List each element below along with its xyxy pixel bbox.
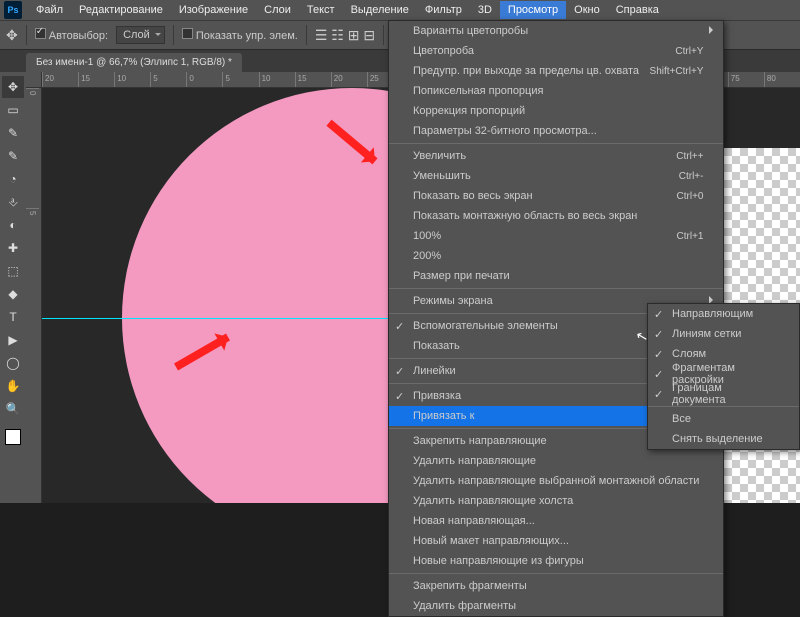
tool-4[interactable]: ◔	[2, 168, 24, 190]
align-icons[interactable]: ☰ ☷ ⊞ ⊟	[315, 27, 375, 44]
menu-item[interactable]: 200%	[389, 246, 723, 266]
tool-0[interactable]: ✥	[2, 76, 24, 98]
submenu-item: ✓Линиям сетки	[648, 324, 799, 344]
menubar: Ps ФайлРедактированиеИзображениеСлоиТекс…	[0, 0, 800, 20]
menu-item[interactable]: Показать во весь экранCtrl+0	[389, 186, 723, 206]
menu-просмотр[interactable]: Просмотр	[500, 1, 566, 19]
ruler-origin[interactable]	[26, 72, 42, 88]
menu-окно[interactable]: Окно	[566, 1, 608, 19]
menu-item[interactable]: УменьшитьCtrl+-	[389, 166, 723, 186]
menu-item[interactable]: Удалить направляющие	[389, 451, 723, 471]
menu-item[interactable]: Попиксельная пропорция	[389, 81, 723, 101]
auto-select-checkbox[interactable]: Автовыбор:	[35, 28, 108, 42]
tool-12[interactable]: ◯	[2, 352, 24, 374]
tool-6[interactable]: ◐	[2, 214, 24, 236]
tool-8[interactable]: ⬚	[2, 260, 24, 282]
menu-справка[interactable]: Справка	[608, 1, 667, 19]
document-tab[interactable]: Без имени-1 @ 66,7% (Эллипс 1, RGB/8) *	[26, 53, 242, 72]
menu-файл[interactable]: Файл	[28, 1, 71, 19]
tool-1[interactable]: ▭	[2, 99, 24, 121]
menu-выделение[interactable]: Выделение	[343, 1, 417, 19]
color-swatch[interactable]	[5, 429, 21, 445]
submenu-item[interactable]: Снять выделение	[648, 429, 799, 449]
menu-редактирование[interactable]: Редактирование	[71, 1, 171, 19]
menu-item[interactable]: Предупр. при выходе за пределы цв. охват…	[389, 61, 723, 81]
menu-слои[interactable]: Слои	[256, 1, 299, 19]
menu-item[interactable]: Варианты цветопробы	[389, 21, 723, 41]
menu-item: Показать монтажную область во весь экран	[389, 206, 723, 226]
tool-10[interactable]: T	[2, 306, 24, 328]
menu-item[interactable]: Закрепить фрагменты	[389, 576, 723, 596]
tool-3[interactable]: ✎	[2, 145, 24, 167]
submenu-item: Все	[648, 409, 799, 429]
snap-to-submenu: ✓Направляющим✓Линиям сетки✓Слоям✓Фрагмен…	[647, 303, 800, 450]
menu-item: Удалить фрагменты	[389, 596, 723, 616]
menu-фильтр[interactable]: Фильтр	[417, 1, 470, 19]
submenu-item[interactable]: ✓Слоям	[648, 344, 799, 364]
menu-item[interactable]: УвеличитьCtrl++	[389, 146, 723, 166]
tool-7[interactable]: ✚	[2, 237, 24, 259]
ruler-vertical[interactable]: 05	[26, 88, 42, 503]
menu-изображение[interactable]: Изображение	[171, 1, 256, 19]
menu-item[interactable]: ЦветопробаCtrl+Y	[389, 41, 723, 61]
tool-11[interactable]: ▶	[2, 329, 24, 351]
tool-13[interactable]: ✋	[2, 375, 24, 397]
menu-текст[interactable]: Текст	[299, 1, 343, 19]
menu-item[interactable]: Размер при печати	[389, 266, 723, 286]
tool-palette: ✥▭✎✎◔⎀◐✚⬚◆T▶◯✋🔍	[0, 72, 26, 503]
menu-3d[interactable]: 3D	[470, 1, 500, 19]
auto-select-dropdown[interactable]: Слой	[116, 26, 165, 44]
menu-item: Параметры 32-битного просмотра...	[389, 121, 723, 141]
menu-item[interactable]: Новая направляющая...	[389, 511, 723, 531]
menu-item[interactable]: 100%Ctrl+1	[389, 226, 723, 246]
tool-2[interactable]: ✎	[2, 122, 24, 144]
menu-item[interactable]: Новый макет направляющих...	[389, 531, 723, 551]
app-logo-icon: Ps	[4, 1, 22, 19]
menu-item[interactable]: Новые направляющие из фигуры	[389, 551, 723, 571]
move-tool-icon: ✥	[6, 27, 18, 44]
tool-5[interactable]: ⎀	[2, 191, 24, 213]
tool-9[interactable]: ◆	[2, 283, 24, 305]
menu-item: Удалить направляющие выбранной монтажной…	[389, 471, 723, 491]
submenu-item[interactable]: ✓Направляющим	[648, 304, 799, 324]
tool-14[interactable]: 🔍	[2, 398, 24, 420]
menu-item: Коррекция пропорций	[389, 101, 723, 121]
submenu-item: ✓Фрагментам раскройки	[648, 364, 799, 384]
submenu-item[interactable]: ✓Границам документа	[648, 384, 799, 404]
show-controls-checkbox[interactable]: Показать упр. элем.	[182, 28, 298, 42]
menu-item[interactable]: Удалить направляющие холста	[389, 491, 723, 511]
